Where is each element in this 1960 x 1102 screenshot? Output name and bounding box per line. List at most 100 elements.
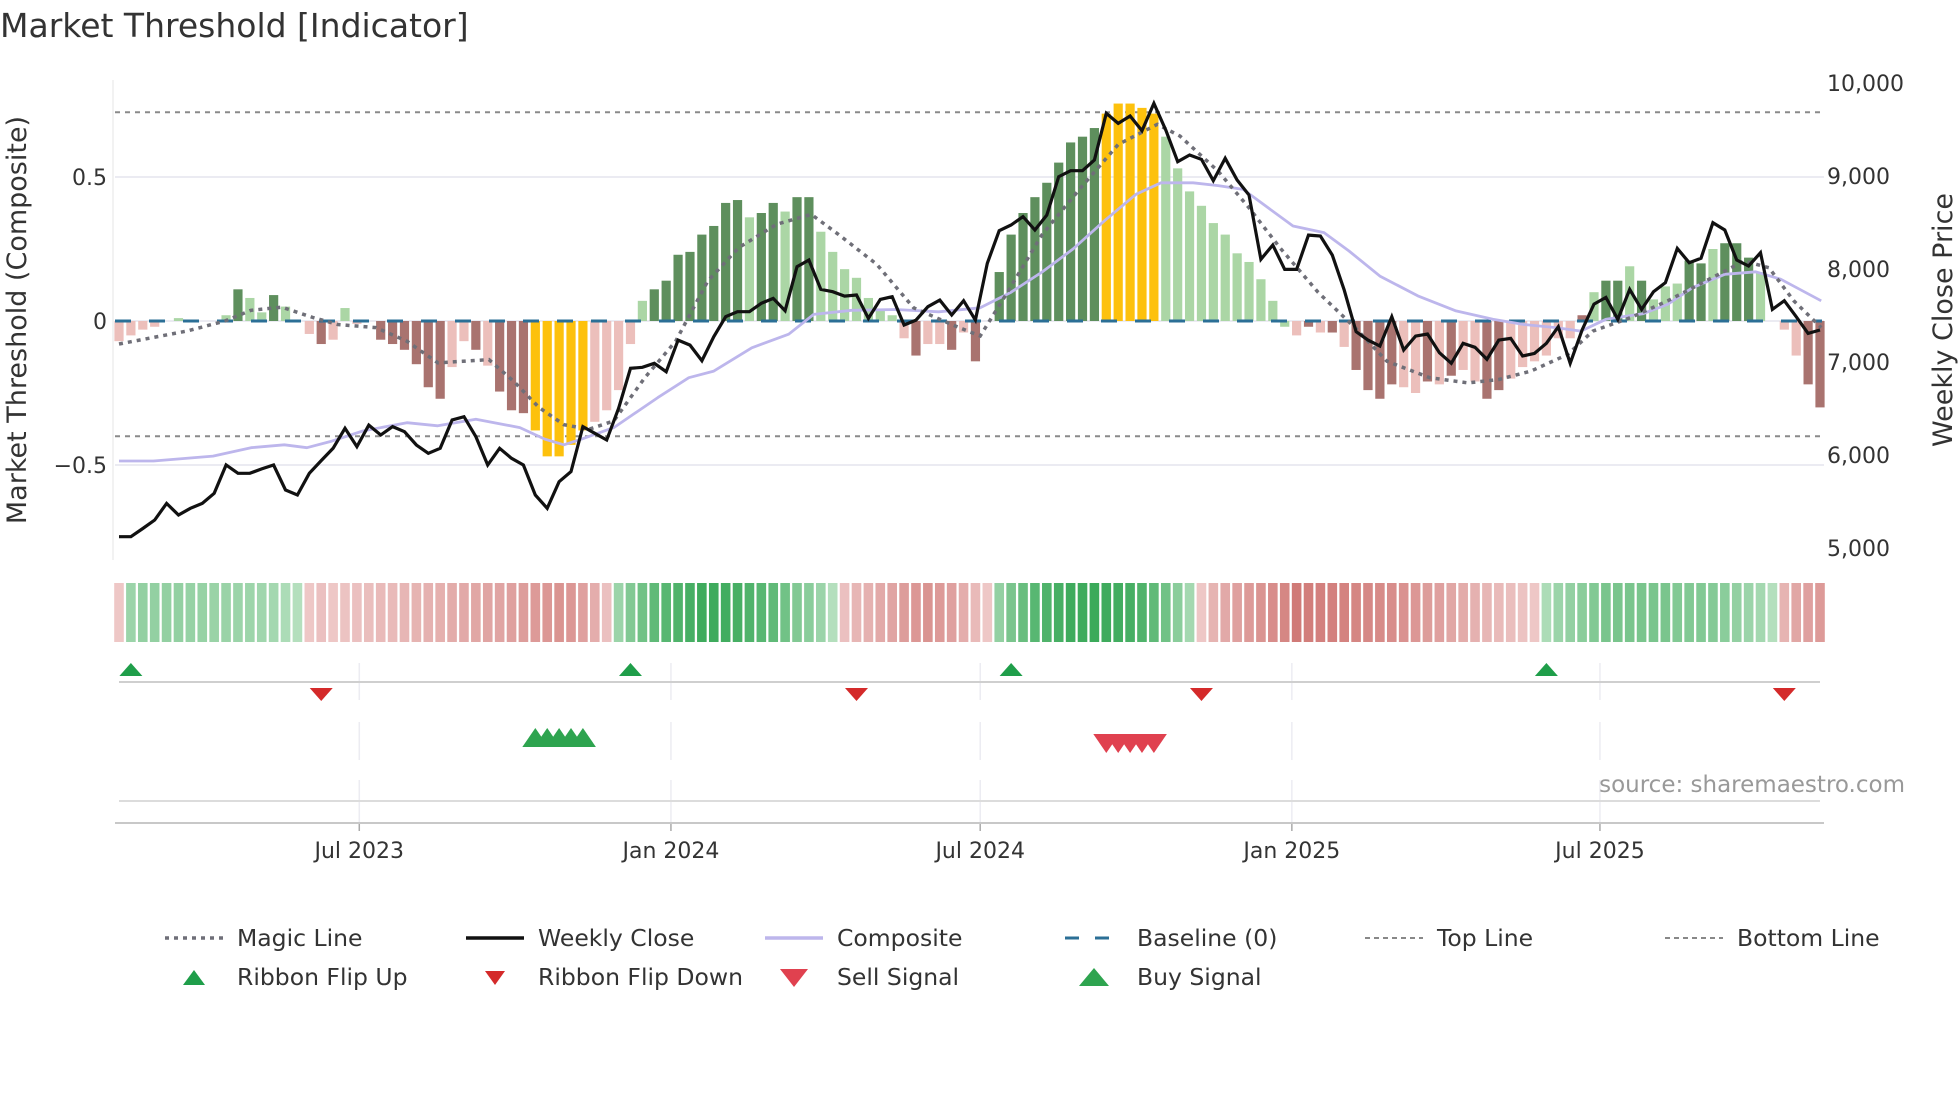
ribbon-cell: [506, 583, 517, 642]
left-tick-label: 0: [93, 310, 107, 335]
histogram-bar: [316, 321, 326, 345]
legend-label: Baseline (0): [1137, 924, 1278, 952]
histogram-bar: [590, 321, 600, 422]
legend-magic-line: Magic Line: [165, 924, 363, 952]
ribbon-cell: [1636, 583, 1647, 642]
ribbon-flip-up-marker: [999, 663, 1023, 676]
legend-label: Weekly Close: [538, 924, 695, 952]
histogram-bar: [1327, 321, 1337, 333]
histogram-bar: [1149, 113, 1159, 321]
legend-label: Ribbon Flip Down: [538, 963, 743, 991]
left-tick-label: −0.5: [54, 454, 107, 479]
ribbon-cell: [1339, 583, 1349, 642]
histogram-bar: [1137, 107, 1147, 321]
ribbon-cell: [1601, 583, 1611, 642]
ribbon-cell: [423, 583, 434, 642]
histogram-bar: [495, 321, 505, 392]
ribbon-flip-down-marker: [309, 688, 333, 701]
ribbon-cell: [673, 583, 683, 642]
histogram-bar: [1196, 205, 1207, 321]
ribbon-cell: [1565, 583, 1576, 642]
ribbon-cell: [435, 583, 445, 642]
ribbon-cell: [1386, 583, 1397, 642]
ribbon-cell: [685, 583, 695, 642]
ribbon-cell: [899, 583, 909, 642]
ribbon-cell: [792, 583, 802, 642]
histogram-bar: [304, 321, 314, 334]
histogram-bar: [1256, 279, 1266, 321]
ribbon-cell: [352, 583, 362, 642]
right-tick-label: 10,000: [1827, 72, 1904, 97]
ribbon-cell: [637, 583, 648, 642]
ribbon-cell: [1327, 583, 1338, 642]
magic-line: [118, 122, 1823, 432]
ribbon-cell: [887, 583, 897, 642]
legend-weekly-close: Weekly Close: [466, 924, 694, 952]
ribbon-cell: [1303, 583, 1314, 642]
ribbon-cell: [911, 583, 921, 642]
ribbon-cell: [1708, 583, 1718, 642]
histogram-bar: [649, 289, 659, 321]
legend-top-line: Top Line: [1365, 924, 1533, 952]
ribbon-cell: [1755, 583, 1766, 642]
ribbon-cell: [863, 583, 874, 642]
ribbon-cell: [1553, 583, 1564, 642]
left-axis-label: Market Threshold (Composite): [2, 116, 33, 524]
histogram-bar: [1399, 321, 1409, 388]
ribbon-cell: [1672, 583, 1683, 642]
ribbon-cell: [946, 583, 957, 642]
legend-baseline: Baseline (0): [1065, 924, 1277, 952]
legend-label: Magic Line: [237, 924, 363, 952]
histogram-bar: [1315, 321, 1326, 333]
histogram-bar: [721, 202, 731, 321]
ribbon-cell: [137, 583, 148, 642]
axes: 0.5 0 −0.5 10,000 9,000 8,000 7,000 6,000 5,000 M…: [2, 72, 1959, 864]
histogram-bar: [673, 254, 683, 321]
triangle-up-icon: [183, 970, 205, 985]
histogram-bar: [1696, 263, 1706, 321]
histogram-bar: [732, 200, 743, 321]
histogram-bar: [1387, 321, 1397, 385]
histogram-bar: [637, 300, 647, 321]
legend-label: Composite: [837, 924, 963, 952]
ribbon-cell: [256, 583, 267, 642]
ribbon-cell: [1268, 583, 1278, 642]
triangle-down-icon: [780, 969, 808, 987]
ribbon-cell: [756, 583, 767, 642]
ribbon-cell: [1803, 583, 1813, 642]
ribbon-cell: [126, 583, 136, 642]
ribbon-cell: [1505, 583, 1516, 642]
histogram-bar: [1518, 321, 1528, 368]
legend-bottom-line: Bottom Line: [1665, 924, 1880, 952]
ribbon-flip-up-marker: [119, 663, 143, 676]
legend-label: Bottom Line: [1737, 924, 1880, 952]
ribbon-cell: [1577, 583, 1587, 642]
histogram-bars: [114, 103, 1825, 457]
ribbon-cell: [1125, 583, 1135, 642]
ribbon-cell: [1137, 583, 1147, 642]
ribbon-cell: [185, 583, 196, 642]
histogram-bar: [173, 318, 184, 321]
right-tick-label: 5,000: [1827, 537, 1890, 562]
histogram-bar: [709, 225, 719, 321]
solid-line-icon: [765, 936, 823, 940]
ribbon-cell: [649, 583, 660, 642]
ribbon-cell: [708, 583, 719, 642]
ribbon-cell: [1731, 583, 1742, 642]
histogram-bar: [1422, 321, 1433, 382]
histogram-bar: [578, 321, 588, 431]
ribbon-cell: [1375, 583, 1385, 642]
histogram-bar: [399, 321, 410, 350]
ribbon-cell: [1434, 583, 1445, 642]
histogram-bar: [114, 321, 124, 342]
ribbon-cell: [1458, 583, 1468, 642]
ribbon-cell: [1208, 583, 1219, 642]
histogram-bar: [1161, 136, 1171, 321]
histogram-bar: [411, 321, 421, 365]
source-label: source: sharemaestro.com: [1599, 772, 1905, 798]
histogram-bar: [554, 321, 564, 457]
right-tick-label: 9,000: [1827, 165, 1890, 190]
ribbon-cell: [1172, 583, 1183, 642]
histogram-bar: [1755, 272, 1766, 321]
right-axis-label: Weekly Close Price: [1928, 193, 1959, 447]
